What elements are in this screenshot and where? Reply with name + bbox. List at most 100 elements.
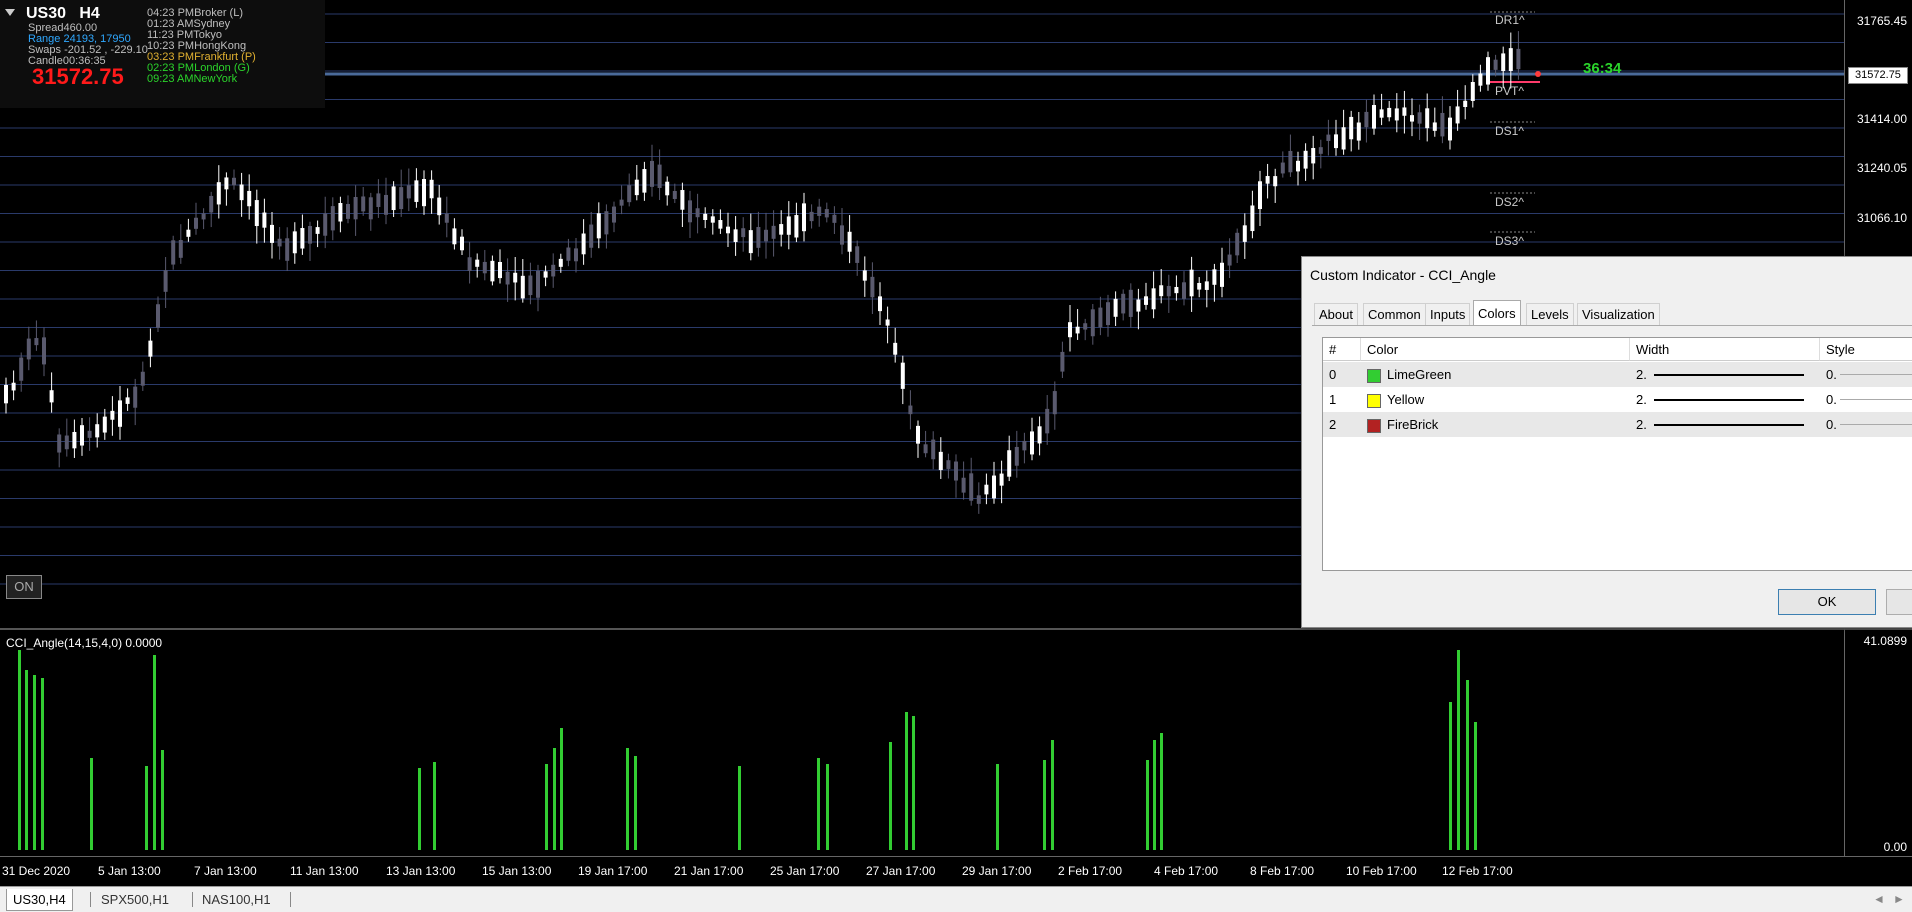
candle-body	[1372, 105, 1376, 129]
table-row[interactable]: 2 FireBrick 2. 0.	[1323, 412, 1912, 437]
color-cell[interactable]: LimeGreen	[1361, 362, 1630, 387]
tab-common[interactable]: Common	[1363, 303, 1426, 325]
candle-body	[756, 227, 761, 248]
column-header-index[interactable]: #	[1323, 338, 1361, 361]
time-tick-label: 11 Jan 13:00	[290, 864, 359, 878]
ok-button[interactable]: OK	[1778, 589, 1876, 615]
time-tick-label: 12 Feb 17:00	[1442, 864, 1513, 878]
time-tick-label: 7 Jan 13:00	[194, 864, 257, 878]
candle-body	[1478, 73, 1483, 86]
tab-levels[interactable]: Levels	[1526, 303, 1574, 325]
time-tick-label: 29 Jan 17:00	[962, 864, 1032, 878]
scroll-right-icon[interactable]: ►	[1893, 892, 1905, 906]
time-axis[interactable]: 31 Dec 2020 5 Jan 13:00 7 Jan 13:00 11 Jan …	[0, 856, 1912, 887]
style-cell[interactable]: 0.	[1820, 387, 1912, 412]
time-tick-label: 2 Feb 17:00	[1058, 864, 1123, 878]
current-price-large: 31572.75	[32, 64, 124, 89]
candle-body	[657, 164, 662, 188]
indicator-panel[interactable]: CCI_Angle(14,15,4,0) 0.0000	[0, 628, 1844, 858]
candle-body	[923, 444, 928, 454]
candle-body	[802, 203, 806, 232]
candle-body	[1083, 323, 1088, 330]
candle-body	[118, 400, 122, 427]
candle-body	[764, 229, 768, 242]
column-header-style[interactable]: Style	[1820, 338, 1912, 361]
candle-body	[1030, 431, 1034, 455]
candle-body	[1432, 122, 1437, 131]
histogram-bar	[25, 670, 28, 850]
tab-about[interactable]: About	[1314, 303, 1358, 325]
tab-us30-h4[interactable]: US30,H4	[6, 889, 73, 911]
on-toggle-button[interactable]: ON	[6, 575, 42, 599]
candle-body	[1296, 160, 1300, 172]
candle-body	[847, 231, 852, 252]
candle-body	[1402, 107, 1407, 116]
candle-body	[163, 270, 168, 292]
candle-body	[551, 264, 556, 277]
color-cell[interactable]: Yellow	[1361, 387, 1630, 412]
time-tick-label: 31 Dec 2020	[2, 864, 71, 878]
candle-body	[703, 213, 708, 220]
histogram-bar	[560, 728, 563, 850]
histogram-bar	[33, 675, 36, 850]
dialog-title: Custom Indicator - CCI_Angle	[1310, 267, 1496, 283]
candle-body	[475, 259, 480, 267]
table-row[interactable]: 1 Yellow 2. 0.	[1323, 387, 1912, 412]
width-cell[interactable]: 2.	[1630, 387, 1820, 412]
indicator-axis[interactable]: 41.0899 0.00	[1844, 628, 1912, 858]
table-row[interactable]: 0 LimeGreen 2. 0.	[1323, 362, 1912, 387]
candle-body	[1159, 285, 1164, 297]
time-tick-label: 19 Jan 17:00	[578, 864, 648, 878]
time-tick-label: 5 Jan 13:00	[98, 864, 161, 878]
cancel-button[interactable]	[1886, 589, 1912, 615]
histogram-bar	[418, 768, 421, 850]
color-swatch-icon[interactable]	[1367, 393, 1381, 408]
candle-body	[1493, 59, 1498, 70]
price-tick: 31240.05	[1856, 161, 1907, 175]
candle-body	[391, 186, 396, 211]
width-cell[interactable]: 2.	[1630, 412, 1820, 437]
tab-visualization[interactable]: Visualization	[1577, 303, 1660, 325]
candle-body	[1052, 391, 1057, 415]
collapse-triangle-icon[interactable]	[5, 9, 15, 16]
candle-body	[1227, 254, 1232, 266]
time-tick-label: 13 Jan 13:00	[386, 864, 456, 878]
cci-histogram	[18, 650, 1477, 850]
candle-body	[1318, 147, 1323, 154]
custom-indicator-dialog[interactable]: Custom Indicator - CCI_Angle About Commo…	[1301, 256, 1912, 628]
candle-body	[254, 200, 259, 227]
style-cell[interactable]: 0.	[1820, 412, 1912, 437]
tab-nas100-h1[interactable]: NAS100,H1	[196, 889, 277, 910]
candle-body	[612, 206, 616, 223]
candle-countdown-timer: 36:34	[1583, 60, 1622, 77]
candle-body	[786, 216, 791, 235]
candle-body	[1037, 426, 1042, 444]
column-header-width[interactable]: Width	[1630, 338, 1820, 361]
scroll-left-icon[interactable]: ◄	[1873, 892, 1885, 906]
candle-body	[156, 304, 160, 328]
width-value: 2.	[1636, 392, 1647, 407]
color-swatch-icon[interactable]	[1367, 368, 1381, 383]
candle-body	[133, 386, 138, 408]
color-cell[interactable]: FireBrick	[1361, 412, 1630, 437]
row-index: 2	[1329, 417, 1337, 432]
candle-body	[1311, 148, 1316, 164]
candle-body	[862, 270, 867, 281]
candle-body	[1364, 111, 1369, 128]
histogram-bar	[553, 748, 556, 850]
candle-body	[201, 213, 206, 220]
candle-body	[292, 231, 297, 254]
column-header-color[interactable]: Color	[1361, 338, 1630, 361]
color-name: Yellow	[1387, 392, 1425, 407]
tab-colors[interactable]: Colors	[1473, 300, 1521, 326]
candle-body	[969, 473, 974, 501]
candle-body	[1486, 57, 1490, 85]
tab-spx500-h1[interactable]: SPX500,H1	[95, 889, 175, 910]
tab-inputs[interactable]: Inputs	[1425, 303, 1471, 325]
color-swatch-icon[interactable]	[1367, 418, 1381, 433]
candle-body	[1410, 115, 1414, 122]
colors-grid[interactable]: # Color Width Style 0 LimeGreen 2. 0. 1 …	[1322, 337, 1912, 571]
width-cell[interactable]: 2.	[1630, 362, 1820, 387]
candle-body	[444, 213, 449, 223]
style-cell[interactable]: 0.	[1820, 362, 1912, 387]
